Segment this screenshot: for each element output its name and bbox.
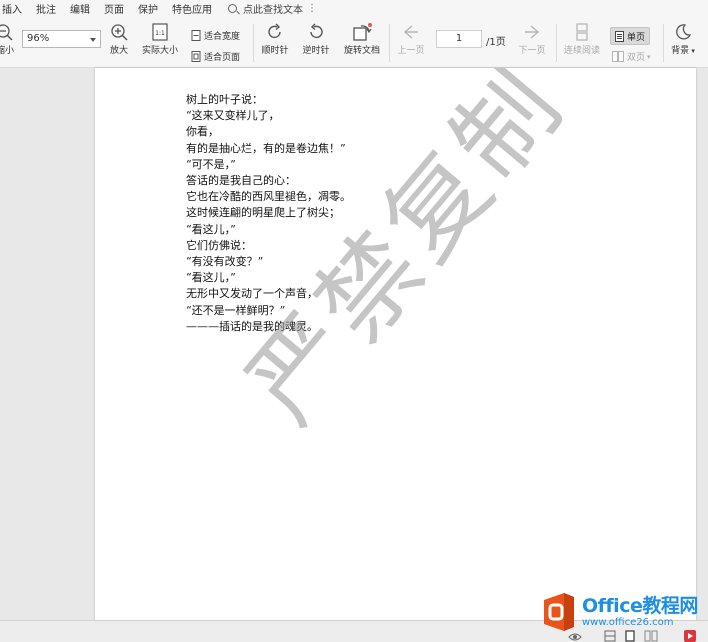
actual-size-button[interactable]: 1:1 实际大小 (139, 22, 181, 56)
next-page-button[interactable]: 下一页 (516, 22, 548, 56)
rotate-clockwise-icon (268, 23, 281, 39)
actual-size-label: 实际大小 (141, 46, 178, 56)
menu-comment[interactable]: 批注 (32, 1, 66, 16)
page-number-value: 1 (455, 33, 463, 44)
fit-page-button[interactable]: 适合页面 (191, 50, 240, 63)
background-label: 背景 ▾ (671, 46, 695, 56)
menu-insert[interactable]: 插入 (0, 1, 32, 16)
text-line: 答话的是我自己的心： (186, 174, 296, 188)
rotate-document-label: 旋转文档 (343, 46, 380, 56)
text-line: “这来又变样儿了， (186, 109, 280, 123)
zoom-value: 96% (27, 33, 50, 44)
fit-width-button[interactable]: 适合宽度 (191, 29, 240, 42)
single-page-icon (614, 30, 624, 42)
continuous-reading-button[interactable]: 连续阅读 (561, 22, 603, 56)
page-number-input[interactable]: 1 (436, 30, 482, 48)
single-page-label: 单页 (626, 32, 645, 43)
background-button[interactable]: 背景 ▾ (667, 22, 699, 56)
moon-icon (676, 24, 692, 40)
rotate-document-icon (353, 23, 372, 41)
fit-width-label: 适合宽度 (204, 32, 241, 42)
svg-text:1:1: 1:1 (155, 30, 165, 37)
text-line: 树上的叶子说： (186, 93, 263, 106)
next-page-label: 下一页 (518, 46, 546, 56)
fit-page-icon (191, 51, 201, 62)
text-line: “可不是，” (186, 157, 236, 171)
toolbar-divider (556, 24, 557, 62)
zoom-out-button[interactable]: 缩小 (0, 22, 16, 56)
text-line: 有的是抽心烂，有的是卷边焦！” (186, 141, 346, 155)
logo-url: www.office26.com (582, 616, 674, 628)
zoom-in-icon (111, 24, 128, 41)
fit-page-label: 适合页面 (204, 53, 241, 63)
logo-text: Office教程网 www.office26.com (582, 594, 698, 628)
arrow-left-icon (403, 25, 418, 39)
site-logo: Office教程网 www.office26.com (540, 592, 698, 632)
search-icon (228, 3, 237, 13)
document-page: 树上的叶子说： “这来又变样儿了， 你看， 有的是抽心烂，有的是卷边焦！” “可… (95, 68, 696, 620)
logo-name: Office教程网 (582, 594, 698, 617)
more-icon[interactable]: ⋮ (307, 3, 317, 14)
zoom-out-icon (0, 24, 13, 41)
actual-size-icon: 1:1 (152, 23, 168, 41)
zoom-in-label: 放大 (109, 46, 128, 56)
arrow-right-icon (525, 25, 540, 39)
rotate-counterclockwise-icon (310, 23, 323, 39)
menu-protect[interactable]: 保护 (134, 1, 168, 16)
chevron-down-icon (90, 38, 96, 42)
zoom-in-button[interactable]: 放大 (106, 22, 132, 56)
page-total: /1页 (486, 37, 506, 48)
double-page-label: 双页 (627, 53, 646, 63)
toolbar-divider (253, 24, 254, 62)
office-logo-icon (544, 593, 574, 631)
rotate-clockwise-button[interactable]: 顺时针 (259, 22, 291, 56)
text-line: 它也在冷酷的西风里褪色，凋零。 (186, 190, 351, 204)
menu-special[interactable]: 特色应用 (168, 1, 222, 16)
rotate-clockwise-label: 顺时针 (261, 46, 289, 56)
zoom-out-label: 缩小 (0, 46, 14, 56)
menu-page[interactable]: 页面 (100, 1, 134, 16)
menu-search[interactable]: 点此查找文本 (228, 1, 303, 16)
prev-page-button[interactable]: 上一页 (395, 22, 427, 56)
text-line: 你看， (186, 125, 219, 139)
toolbar: 缩小 96% 放大 1:1 实际大小 适合宽度 适合页面 顺时针 逆时针 旋转文… (0, 16, 708, 68)
continuous-reading-label: 连续阅读 (563, 46, 600, 56)
continuous-reading-icon (576, 23, 588, 41)
search-label: 点此查找文本 (243, 4, 303, 16)
single-page-button[interactable]: 单页 (610, 27, 650, 45)
double-page-button[interactable]: 双页 ▾ (612, 50, 651, 63)
double-page-icon (612, 51, 624, 62)
toolbar-divider (663, 24, 664, 62)
menu-edit[interactable]: 编辑 (66, 1, 100, 16)
toolbar-divider (389, 24, 390, 62)
rotate-counterclockwise-button[interactable]: 逆时针 (300, 22, 332, 56)
zoom-select[interactable]: 96% (22, 30, 101, 48)
rotate-counterclockwise-label: 逆时针 (302, 46, 330, 56)
menu-bar: 插入 批注 编辑 页面 保护 特色应用 点此查找文本 ⋮ (0, 0, 708, 16)
rotate-document-button[interactable]: 旋转文档 (341, 22, 383, 56)
chevron-down-icon: ▾ (647, 52, 651, 61)
fit-width-icon (191, 30, 201, 41)
prev-page-label: 上一页 (397, 46, 425, 56)
